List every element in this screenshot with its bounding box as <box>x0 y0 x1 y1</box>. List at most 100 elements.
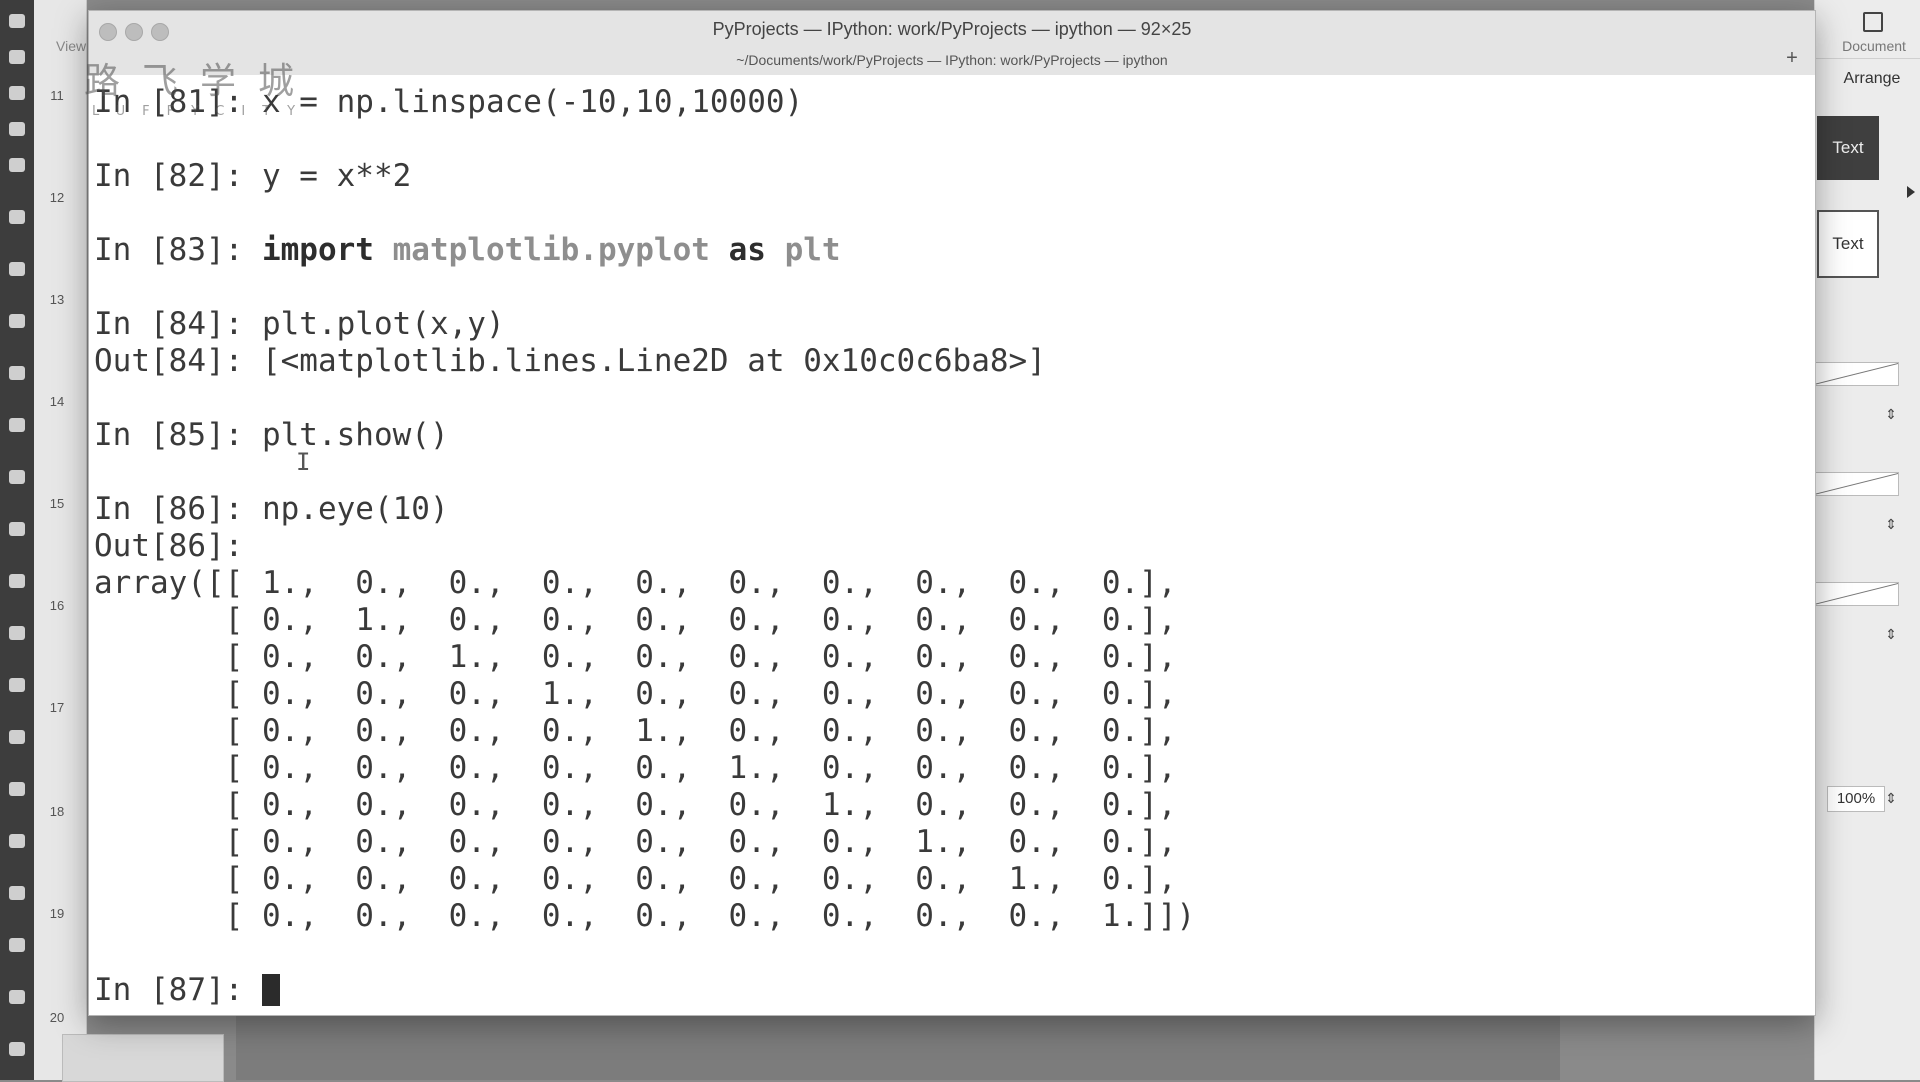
terminal-line: [ 0., 0., 0., 0., 0., 0., 0., 0., 1., 0.… <box>94 862 1177 896</box>
line-style-picker[interactable] <box>1815 582 1899 606</box>
page-number: 17 <box>49 700 65 715</box>
prompt: In [85]: <box>94 417 262 453</box>
dock-app-icon[interactable] <box>9 86 25 100</box>
code: [ 0., 1., 0., 0., 0., 0., 0., 0., 0., 0.… <box>94 602 1177 638</box>
code: [ 0., 0., 0., 0., 0., 0., 0., 1., 0., 0.… <box>94 824 1177 860</box>
terminal-line: [ 0., 0., 1., 0., 0., 0., 0., 0., 0., 0.… <box>94 640 1177 674</box>
page-number: 16 <box>49 598 65 613</box>
dock-app-icon[interactable] <box>9 418 25 432</box>
arrange-tab[interactable]: Arrange <box>1827 70 1917 88</box>
code: array([[ 1., 0., 0., 0., 0., 0., 0., 0.,… <box>94 565 1177 601</box>
dock-app-icon[interactable] <box>9 678 25 692</box>
dock-app-icon[interactable] <box>9 522 25 536</box>
stepper-icon[interactable]: ⇕ <box>1884 786 1898 810</box>
code: y = x**2 <box>261 158 412 194</box>
line-style-picker[interactable] <box>1815 362 1899 386</box>
prompt: Out[86]: <box>94 528 262 564</box>
page-ruler: View 11 12 13 14 15 16 17 18 19 20 <box>34 0 87 1080</box>
code: [ 0., 0., 0., 0., 0., 1., 0., 0., 0., 0.… <box>94 750 1177 786</box>
terminal-line: In [84]: plt.plot(x,y) <box>94 307 505 341</box>
dock-app-icon[interactable] <box>9 834 25 848</box>
dock-app-icon[interactable] <box>9 158 25 172</box>
page-number: 15 <box>49 496 65 511</box>
dock-app-icon[interactable] <box>9 262 25 276</box>
terminal-line: Out[86]: <box>94 529 262 563</box>
dock-app-icon[interactable] <box>9 314 25 328</box>
dock-app-icon[interactable] <box>9 938 25 952</box>
text-cursor <box>261 974 280 1006</box>
new-tab-button[interactable]: + <box>1779 47 1805 71</box>
code: [ 0., 0., 0., 1., 0., 0., 0., 0., 0., 0.… <box>94 676 1177 712</box>
terminal-line: In [83]: import matplotlib.pyplot as plt <box>94 233 841 267</box>
page-number: 14 <box>49 394 65 409</box>
dock-app-icon[interactable] <box>9 886 25 900</box>
code: [ 0., 0., 0., 0., 0., 0., 0., 0., 0., 1.… <box>94 898 1196 934</box>
module-name: matplotlib.pyplot <box>392 232 710 268</box>
ibeam-cursor-icon: I <box>296 448 311 476</box>
terminal-input-line[interactable]: In [87]: <box>94 973 280 1007</box>
page-number: 20 <box>49 1010 65 1025</box>
line-style-picker[interactable] <box>1815 472 1899 496</box>
prompt: In [82]: <box>94 158 262 194</box>
dock-app-icon[interactable] <box>9 366 25 380</box>
page-number: 18 <box>49 804 65 819</box>
panel-divider <box>1815 58 1920 59</box>
dock-app-icon[interactable] <box>9 1042 25 1056</box>
window-title: PyProjects — IPython: work/PyProjects — … <box>712 19 1192 39</box>
dock-app-icon[interactable] <box>9 50 25 64</box>
app-dock <box>0 0 34 1080</box>
view-label[interactable]: View <box>56 38 86 54</box>
code: plt.show() <box>261 417 449 453</box>
text-style-dark[interactable]: Text <box>1817 116 1879 180</box>
code: [<matplotlib.lines.Line2D at 0x10c0c6ba8… <box>261 343 1046 379</box>
document-tab-label[interactable]: Document <box>1829 38 1919 54</box>
dock-app-icon[interactable] <box>9 574 25 588</box>
zoom-field[interactable]: 100% <box>1827 786 1885 812</box>
terminal-line: Out[84]: [<matplotlib.lines.Line2D at 0x… <box>94 344 1046 378</box>
code: plt.plot(x,y) <box>261 306 505 342</box>
dock-app-icon[interactable] <box>9 730 25 744</box>
dock-app-icon[interactable] <box>9 14 25 28</box>
dock-app-icon[interactable] <box>9 470 25 484</box>
inspector-panel: Document Arrange Text Text 100% <box>1814 0 1920 1080</box>
module-alias: plt <box>784 232 841 268</box>
dock-app-icon[interactable] <box>9 210 25 224</box>
page-thumbnail[interactable] <box>62 1034 224 1082</box>
terminal-line: array([[ 1., 0., 0., 0., 0., 0., 0., 0.,… <box>94 566 1177 600</box>
keyword: as <box>728 232 766 268</box>
page-number: 19 <box>49 906 65 921</box>
code: [ 0., 0., 0., 0., 0., 0., 0., 0., 1., 0.… <box>94 861 1177 897</box>
stepper-icon[interactable]: ⇕ <box>1884 622 1898 646</box>
watermark-logo: 路飞学城 <box>84 61 317 102</box>
stepper-icon[interactable]: ⇕ <box>1884 512 1898 536</box>
next-style-arrow-icon[interactable] <box>1907 186 1915 198</box>
terminal-line: [ 0., 0., 0., 0., 1., 0., 0., 0., 0., 0.… <box>94 714 1177 748</box>
terminal-line: In [82]: y = x**2 <box>94 159 411 193</box>
prompt: In [83]: <box>94 232 262 268</box>
keyword: import <box>261 232 374 268</box>
stepper-icon[interactable]: ⇕ <box>1884 402 1898 426</box>
dock-app-icon[interactable] <box>9 626 25 640</box>
prompt: In [86]: <box>94 491 262 527</box>
text-style-light[interactable]: Text <box>1817 210 1879 278</box>
dock-app-icon[interactable] <box>9 990 25 1004</box>
dock-app-icon[interactable] <box>9 782 25 796</box>
page-number: 13 <box>49 292 65 307</box>
terminal-line: [ 0., 0., 0., 0., 0., 0., 0., 1., 0., 0.… <box>94 825 1177 859</box>
terminal-line: In [86]: np.eye(10) <box>94 492 449 526</box>
page-number: 12 <box>49 190 65 205</box>
canvas-background <box>236 1014 1560 1080</box>
terminal-output[interactable]: In [81]: x = np.linspace(-10,10,10000) I… <box>89 75 1815 1015</box>
code: [ 0., 0., 1., 0., 0., 0., 0., 0., 0., 0.… <box>94 639 1177 675</box>
code: x = np.linspace(-10,10,10000) <box>261 84 804 120</box>
dock-app-icon[interactable] <box>9 122 25 136</box>
code: np.eye(10) <box>261 491 449 527</box>
window-titlebar[interactable]: PyProjects — IPython: work/PyProjects — … <box>89 11 1815 76</box>
document-icon[interactable] <box>1863 12 1883 32</box>
terminal-window: PyProjects — IPython: work/PyProjects — … <box>88 10 1816 1016</box>
code: [ 0., 0., 0., 0., 1., 0., 0., 0., 0., 0.… <box>94 713 1177 749</box>
prompt: Out[84]: <box>94 343 262 379</box>
watermark-logo-subtitle: LUFFYCITY <box>92 104 313 119</box>
prompt: In [87]: <box>94 972 262 1008</box>
terminal-line: [ 0., 0., 0., 0., 0., 0., 0., 0., 0., 1.… <box>94 898 1196 934</box>
